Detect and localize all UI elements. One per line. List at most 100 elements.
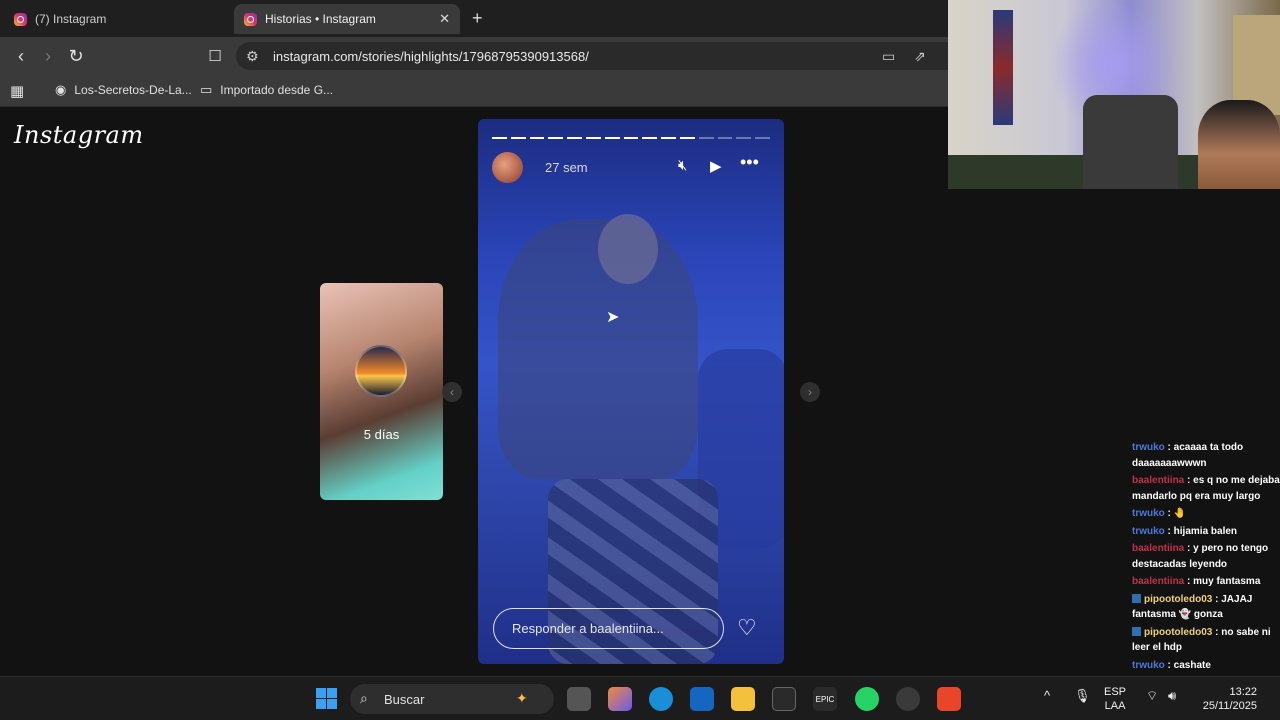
story-time: 27 sem (545, 160, 588, 175)
progress-segment (642, 137, 658, 139)
epic-games-icon[interactable]: EPIC (813, 687, 837, 711)
progress-segment (604, 137, 620, 139)
webcam-image-detail (1198, 100, 1280, 189)
input-language[interactable]: ESP LAA (1104, 685, 1126, 713)
edge-icon[interactable] (649, 687, 673, 711)
copilot-sparkle-icon: ✦ (516, 690, 528, 706)
microphone-icon[interactable]: 🎙︎ (1074, 689, 1091, 703)
bookmark-folder[interactable]: ▭ Importado desde G... (200, 82, 333, 98)
progress-segment (567, 137, 582, 139)
close-tab-icon[interactable]: ✕ (439, 11, 450, 27)
chat-username: trwuko (1132, 525, 1165, 537)
chat-username: baalentiina (1132, 475, 1185, 486)
clock-time: 13:22 (1229, 686, 1257, 698)
brave-browser-icon[interactable] (937, 687, 961, 711)
chat-message: pipootoledo03 : JAJAJ fantasma 👻 gonza (1132, 593, 1253, 620)
windows-start-icon[interactable] (315, 687, 339, 711)
volume-icon[interactable]: 🔊︎ (1168, 689, 1176, 703)
webcam-overlay (948, 0, 1280, 189)
chat-username: baalentiina (1132, 543, 1185, 554)
chat-text: muy fantasma (1193, 576, 1261, 587)
previous-story-button[interactable]: ‹ (442, 382, 462, 402)
instagram-favicon-icon (244, 12, 257, 26)
clock[interactable]: 13:22 25/11/2025 (1199, 685, 1257, 713)
back-icon[interactable]: ‹ (10, 45, 32, 67)
new-tab-button[interactable]: + (472, 8, 483, 29)
obs-icon[interactable] (896, 687, 920, 711)
play-icon[interactable]: ▶ (710, 157, 722, 175)
progress-segment (623, 137, 639, 139)
browser-toolbar: ‹ › ↻ ☐ ⚙ instagram.com/stories/highligh… (0, 37, 948, 75)
globe-icon: ◉ (55, 82, 67, 97)
site-settings-icon[interactable]: ⚙ (246, 48, 259, 65)
mute-icon[interactable]: 🔇︎ (678, 157, 687, 174)
keyboard-layout: LAA (1104, 700, 1126, 712)
story-image-detail (598, 214, 658, 284)
active-story[interactable]: 27 sem 🔇︎ ▶ ••• Responder a baalentiina.… (478, 119, 784, 664)
story-user-avatar[interactable] (492, 152, 523, 183)
instagram-logo[interactable]: Instagram (14, 121, 144, 149)
wifi-icon[interactable]: ⌔ (1146, 689, 1158, 703)
search-placeholder: Buscar (384, 692, 425, 707)
chat-username: trwuko (1132, 508, 1165, 519)
tab-instagram[interactable]: (7) Instagram (8, 4, 230, 34)
show-hidden-icons-icon[interactable]: ^ (1044, 689, 1050, 703)
windows-taskbar: ⌕ Buscar ✦ EPIC ^ 🎙︎ ESP LAA ⌔ 🔊︎ 13:22 … (0, 676, 1280, 720)
forward-icon[interactable]: › (37, 45, 59, 67)
more-options-icon[interactable]: ••• (740, 152, 759, 173)
previous-story-preview[interactable]: 5 días (320, 283, 443, 500)
subscriber-badge-icon (1132, 594, 1141, 604)
webcam-image-detail (1083, 95, 1178, 189)
share-icon[interactable]: ⇗ (914, 48, 926, 65)
taskbar-search[interactable]: ⌕ Buscar ✦ (350, 684, 554, 714)
reply-input[interactable]: Responder a baalentiina... (493, 608, 724, 649)
chat-message: baalentiina : muy fantasma (1132, 576, 1261, 587)
chat-message: baalentiina : y pero no tengo destacadas… (1132, 543, 1269, 570)
address-bar[interactable]: ⚙ instagram.com/stories/highlights/17968… (236, 42, 948, 70)
whatsapp-icon[interactable] (855, 687, 879, 711)
chat-username: trwuko (1132, 659, 1165, 671)
reply-placeholder: Responder a baalentiina... (512, 621, 664, 636)
chat-message: baalentiina : es q no me dejaba mandarlo… (1132, 475, 1280, 502)
progress-segment (585, 137, 601, 139)
chat-text: cashate (1173, 659, 1211, 671)
browser-tabbar: (7) Instagram Historias • Instagram ✕ + (0, 0, 948, 37)
progress-segment (679, 137, 695, 139)
clock-date: 25/11/2025 (1202, 700, 1257, 712)
progress-segment (510, 137, 526, 139)
tab-historias[interactable]: Historias • Instagram ✕ (234, 4, 460, 34)
url-text[interactable]: instagram.com/stories/highlights/1796879… (273, 49, 589, 64)
like-heart-icon[interactable]: ♡ (737, 615, 757, 641)
mouse-cursor-icon: ➤ (606, 309, 620, 326)
outlook-icon[interactable] (690, 687, 714, 711)
story-progress-bar (492, 137, 770, 139)
chat-text: hijamia balen (1173, 525, 1238, 537)
instagram-favicon-icon (14, 12, 27, 26)
webcam-image-detail (993, 10, 1013, 125)
screen: (7) Instagram Historias • Instagram ✕ + … (0, 0, 1280, 720)
apps-grid-icon[interactable]: ▦ (10, 82, 24, 100)
stream-chat-overlay: trwuko : acaaaa ta todo daaaaaaawwwn baal… (1130, 440, 1280, 676)
tab-title: Historias • Instagram (265, 12, 376, 26)
chat-message: trwuko : hijamia balen (1132, 525, 1238, 537)
chat-message: trwuko : 🤚 (1132, 508, 1187, 519)
bookmark-label: Importado desde G... (220, 83, 334, 97)
chat-username: pipootoledo03 (1144, 593, 1213, 605)
reload-icon[interactable]: ↻ (65, 45, 87, 67)
file-explorer-icon[interactable] (731, 687, 755, 711)
bookmarks-bar: ▦ ◉ Los-Secretos-De-La... ▭ Importado de… (0, 75, 948, 107)
store-icon[interactable] (772, 687, 796, 711)
task-view-icon[interactable] (567, 687, 591, 711)
chat-username: trwuko (1132, 442, 1165, 453)
bookmark-item[interactable]: ◉ Los-Secretos-De-La... (55, 82, 192, 98)
chat-message: trwuko : acaaaa ta todo daaaaaaawwwn (1132, 442, 1244, 469)
cast-icon[interactable]: ▭ (882, 48, 895, 65)
folder-icon: ▭ (200, 82, 213, 97)
chat-text: 🤚 (1173, 508, 1187, 519)
copilot-icon[interactable] (608, 687, 632, 711)
next-story-button[interactable]: › (800, 382, 820, 402)
progress-segment (717, 137, 733, 139)
previous-story-age: 5 días (363, 427, 400, 442)
progress-segment (661, 137, 676, 139)
bookmark-icon[interactable]: ☐ (204, 45, 226, 67)
